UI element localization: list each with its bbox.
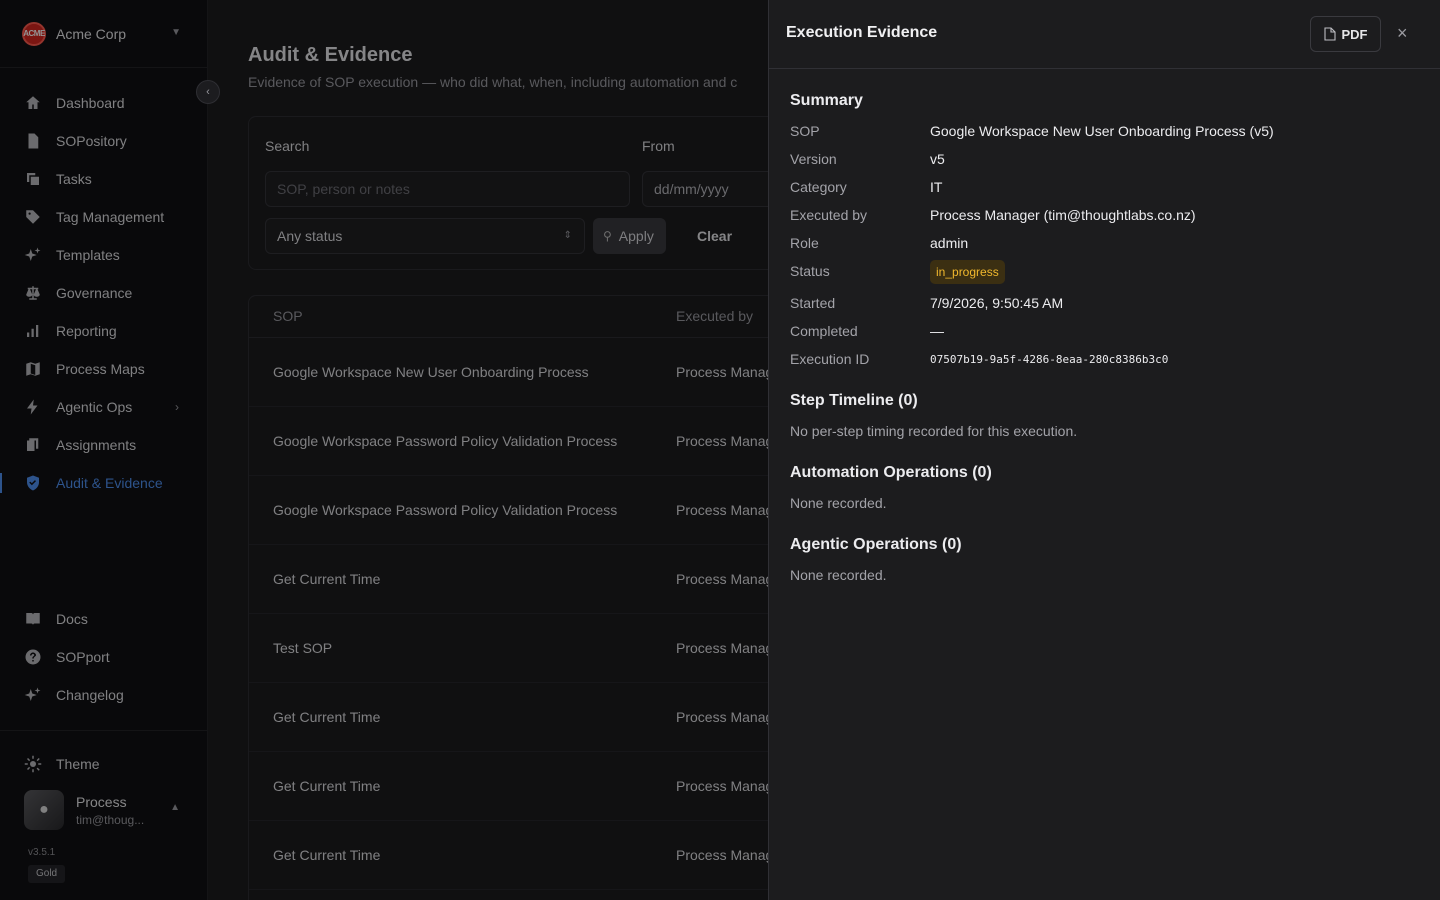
summary-completed-value: — bbox=[930, 323, 944, 339]
file-pdf-icon bbox=[1323, 27, 1336, 41]
summary-version-value: v5 bbox=[930, 151, 945, 167]
status-badge: in_progress bbox=[930, 260, 1005, 284]
automation-ops-title: Automation Operations (0) bbox=[790, 464, 992, 481]
summary-executed-by-label: Executed by bbox=[790, 207, 868, 223]
export-pdf-button[interactable]: PDF bbox=[1310, 16, 1381, 52]
collapse-sidebar-button[interactable]: ‹ bbox=[196, 80, 220, 104]
summary-started-label: Started bbox=[790, 295, 836, 311]
modal-backdrop[interactable] bbox=[0, 0, 768, 900]
summary-category-label: Category bbox=[790, 179, 847, 195]
chevron-left-icon: ‹ bbox=[206, 86, 210, 98]
summary-title: Summary bbox=[790, 92, 863, 109]
summary-executed-by-value: Process Manager (tim@thoughtlabs.co.nz) bbox=[930, 207, 1196, 223]
summary-execution-id-value: 07507b19-9a5f-4286-8eaa-280c8386b3c0 bbox=[930, 353, 1169, 366]
drawer-header: Execution Evidence PDF × bbox=[769, 0, 1440, 69]
execution-evidence-drawer: Execution Evidence PDF × Summary SOP Goo… bbox=[768, 0, 1440, 900]
close-icon[interactable]: × bbox=[1397, 23, 1408, 43]
summary-role-label: Role bbox=[790, 235, 819, 251]
summary-sop-label: SOP bbox=[790, 123, 820, 139]
drawer-title: Execution Evidence bbox=[786, 24, 938, 41]
automation-ops-empty: None recorded. bbox=[790, 495, 887, 511]
summary-category-value: IT bbox=[930, 179, 943, 195]
step-timeline-title: Step Timeline (0) bbox=[790, 392, 918, 409]
agentic-ops-empty: None recorded. bbox=[790, 567, 887, 583]
summary-execution-id-label: Execution ID bbox=[790, 351, 870, 367]
summary-role-value: admin bbox=[930, 235, 969, 251]
pdf-label: PDF bbox=[1341, 26, 1368, 42]
summary-status-label: Status bbox=[790, 263, 830, 279]
summary-started-value: 7/9/2026, 9:50:45 AM bbox=[930, 295, 1064, 311]
summary-completed-label: Completed bbox=[790, 323, 858, 339]
summary-version-label: Version bbox=[790, 151, 837, 167]
step-timeline-empty: No per-step timing recorded for this exe… bbox=[790, 423, 1078, 439]
summary-sop-value: Google Workspace New User Onboarding Pro… bbox=[930, 123, 1274, 139]
agentic-ops-title: Agentic Operations (0) bbox=[790, 536, 962, 553]
